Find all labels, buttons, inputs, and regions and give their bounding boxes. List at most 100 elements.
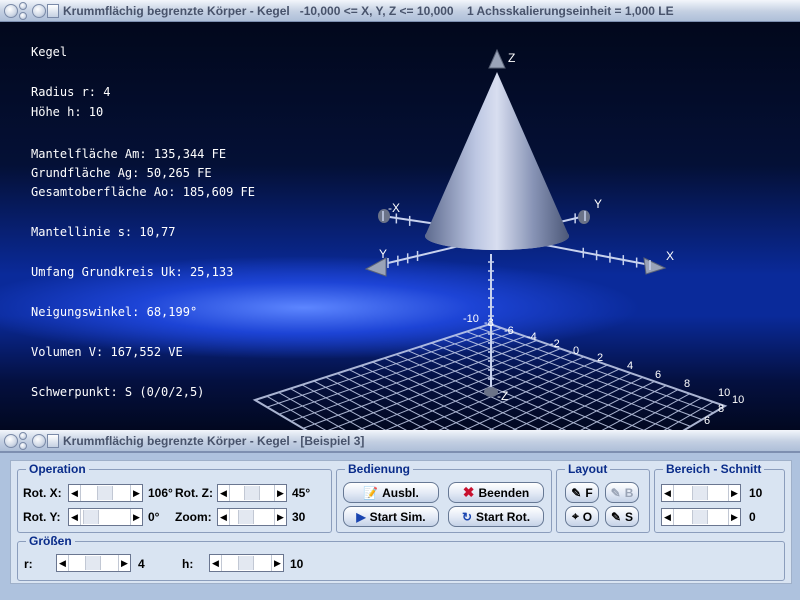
scroll-right-icon[interactable]: ▶ <box>118 555 130 571</box>
grid-label: 8 <box>718 403 724 415</box>
info-volumen: Volumen V: 167,552 VE <box>31 345 183 359</box>
control-panel-inner: Operation Rot. X: ◀ ▶ 106° Rot. Z: ◀ ▶ 4… <box>10 460 792 584</box>
scroll-thumb[interactable] <box>692 510 708 524</box>
schnitt-scrollbar[interactable]: ◀ ▶ <box>661 508 741 526</box>
scroll-left-icon[interactable]: ◀ <box>210 555 222 571</box>
beenden-button-label: Beenden <box>478 485 530 500</box>
schnitt-value: 0 <box>749 510 756 524</box>
scroll-thumb[interactable] <box>244 486 260 500</box>
info-title: Kegel <box>31 45 68 59</box>
scroll-right-icon[interactable]: ▶ <box>274 485 286 501</box>
layout-b-button[interactable]: ✎ B <box>605 482 639 503</box>
zoom-value: 30 <box>292 510 306 524</box>
grid-label: -6 <box>504 325 514 337</box>
layout-title: Layout <box>565 462 611 476</box>
bereich-value: 10 <box>749 486 763 500</box>
maximize-icon[interactable] <box>19 441 27 450</box>
groessen-title: Größen <box>26 534 75 548</box>
grid-label: 10 <box>718 387 730 399</box>
scroll-right-icon[interactable]: ▶ <box>130 485 142 501</box>
scroll-thumb[interactable] <box>83 510 99 524</box>
window-menu-icon[interactable] <box>47 3 59 18</box>
r-scrollbar[interactable]: ◀ ▶ <box>56 554 131 572</box>
grid-label: 6 <box>655 369 661 381</box>
restore-window-icon[interactable] <box>32 3 46 18</box>
rot-y-scrollbar[interactable]: ◀ ▶ <box>68 508 143 526</box>
start-sim-button-label: Start Sim. <box>369 509 426 524</box>
scroll-left-icon[interactable]: ◀ <box>69 485 81 501</box>
rotate-icon: ↻ <box>461 509 473 524</box>
grid-label: -8 <box>484 317 494 329</box>
3d-view[interactable]: Z -X Y Y X -Z -10 -8 -6 -4 -2 0 2 4 6 8 … <box>0 22 800 430</box>
info-gesamtoberflaeche: Gesamtoberfläche Ao: 185,609 FE <box>31 185 255 199</box>
scroll-left-icon[interactable]: ◀ <box>662 509 674 525</box>
grid-label: 4 <box>627 360 633 372</box>
bereich-schnitt-title: Bereich - Schnitt <box>663 462 765 476</box>
scroll-left-icon[interactable]: ◀ <box>218 485 230 501</box>
scroll-left-icon[interactable]: ◀ <box>662 485 674 501</box>
rot-y-label: Rot. Y: <box>23 510 61 524</box>
groessen-group: Größen r: ◀ ▶ 4 h: ◀ ▶ 10 <box>17 534 785 581</box>
crosshair-icon: ⌖ <box>571 509 579 523</box>
layout-group: Layout ✎ F ✎ B ⌖ O ✎ S <box>556 462 650 533</box>
grid-line <box>266 395 327 430</box>
scroll-right-icon[interactable]: ▶ <box>728 485 740 501</box>
bereich-scrollbar[interactable]: ◀ ▶ <box>661 484 741 502</box>
r-label: r: <box>24 557 33 571</box>
control-panel: Operation Rot. X: ◀ ▶ 106° Rot. Z: ◀ ▶ 4… <box>0 452 800 600</box>
rot-y-value: 0° <box>148 510 160 524</box>
grid-label: 2 <box>597 352 603 364</box>
rot-z-scrollbar[interactable]: ◀ ▶ <box>217 484 287 502</box>
info-hoehe: Höhe h: 10 <box>31 105 104 119</box>
start-sim-button[interactable]: ▶ Start Sim. <box>343 506 439 527</box>
grid-line <box>348 369 472 430</box>
h-label: h: <box>182 557 194 571</box>
play-icon: ▶ <box>356 509 366 524</box>
scroll-thumb[interactable] <box>97 486 113 500</box>
z-axis-label: Z <box>508 51 515 65</box>
rot-x-label: Rot. X: <box>23 486 62 500</box>
scroll-left-icon[interactable]: ◀ <box>57 555 69 571</box>
grid-label: -10 <box>463 313 479 325</box>
grid-label: -4 <box>527 331 537 343</box>
scroll-left-icon[interactable]: ◀ <box>69 509 81 525</box>
maximize-icon[interactable] <box>19 11 27 20</box>
close-window-icon[interactable] <box>4 3 18 18</box>
zoom-scrollbar[interactable]: ◀ ▶ <box>217 508 287 526</box>
beenden-button[interactable]: ✖ Beenden <box>448 482 544 503</box>
control-window-title: Krummflächig begrenzte Körper - Kegel - … <box>63 433 365 448</box>
start-rot-button[interactable]: ↻ Start Rot. <box>448 506 544 527</box>
grid-labels: -10 -8 -6 -4 -2 0 2 4 6 8 10 10 8 6 <box>463 313 744 427</box>
scroll-left-icon[interactable]: ◀ <box>218 509 230 525</box>
minimize-icon[interactable] <box>19 431 27 440</box>
hide-icon: 📝 <box>363 485 379 500</box>
restore-window-icon[interactable] <box>32 433 46 448</box>
rot-x-scrollbar[interactable]: ◀ ▶ <box>68 484 143 502</box>
layout-s-button[interactable]: ✎ S <box>605 506 639 527</box>
neg-y-axis-label: Y <box>379 247 387 261</box>
scroll-right-icon[interactable]: ▶ <box>274 509 286 525</box>
control-title-bar: Krummflächig begrenzte Körper - Kegel - … <box>0 430 800 452</box>
scroll-right-icon[interactable]: ▶ <box>271 555 283 571</box>
scroll-thumb[interactable] <box>238 556 254 570</box>
layout-f-button[interactable]: ✎ F <box>565 482 599 503</box>
info-mantellinie: Mantellinie s: 10,77 <box>31 225 176 239</box>
bedienung-title: Bedienung <box>345 462 413 476</box>
main-window-title: Krummflächig begrenzte Körper - Kegel -1… <box>63 3 674 18</box>
cone[interactable] <box>425 72 569 250</box>
window-menu-icon[interactable] <box>47 433 59 448</box>
minimize-icon[interactable] <box>19 1 27 10</box>
h-scrollbar[interactable]: ◀ ▶ <box>209 554 284 572</box>
scroll-thumb[interactable] <box>85 556 101 570</box>
close-icon: ✖ <box>462 484 475 500</box>
layout-o-button[interactable]: ⌖ O <box>565 506 599 527</box>
scroll-right-icon[interactable]: ▶ <box>130 509 142 525</box>
bedienung-group: Bedienung 📝 Ausbl. ✖ Beenden ▶ Start Sim… <box>336 462 552 533</box>
info-radius: Radius r: 4 <box>31 85 111 99</box>
scroll-right-icon[interactable]: ▶ <box>728 509 740 525</box>
scroll-thumb[interactable] <box>238 510 254 524</box>
scroll-thumb[interactable] <box>692 486 708 500</box>
ausbl-button-label: Ausbl. <box>382 485 419 500</box>
ausbl-button[interactable]: 📝 Ausbl. <box>343 482 439 503</box>
close-window-icon[interactable] <box>4 433 18 448</box>
